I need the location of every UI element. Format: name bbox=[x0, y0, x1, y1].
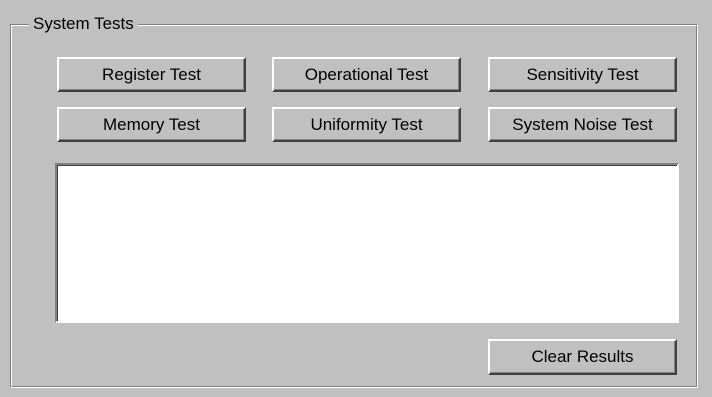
uniformity-test-button[interactable]: Uniformity Test bbox=[272, 107, 461, 142]
system-noise-test-button-label: System Noise Test bbox=[512, 114, 653, 134]
register-test-button[interactable]: Register Test bbox=[57, 57, 246, 92]
operational-test-button[interactable]: Operational Test bbox=[272, 57, 461, 92]
clear-results-button-label: Clear Results bbox=[531, 347, 634, 366]
group-title: System Tests bbox=[29, 13, 138, 35]
sensitivity-test-button[interactable]: Sensitivity Test bbox=[488, 57, 677, 92]
sensitivity-test-button-label: Sensitivity Test bbox=[526, 64, 639, 84]
operational-test-button-label: Operational Test bbox=[304, 64, 429, 84]
system-noise-test-button[interactable]: System Noise Test bbox=[488, 107, 677, 142]
memory-test-button-label: Memory Test bbox=[103, 114, 200, 134]
clear-results-button[interactable]: Clear Results bbox=[488, 339, 677, 375]
uniformity-test-button-label: Uniformity Test bbox=[310, 114, 423, 134]
results-text-area[interactable] bbox=[55, 163, 679, 323]
register-test-button-label: Register Test bbox=[102, 64, 201, 84]
memory-test-button[interactable]: Memory Test bbox=[57, 107, 246, 142]
